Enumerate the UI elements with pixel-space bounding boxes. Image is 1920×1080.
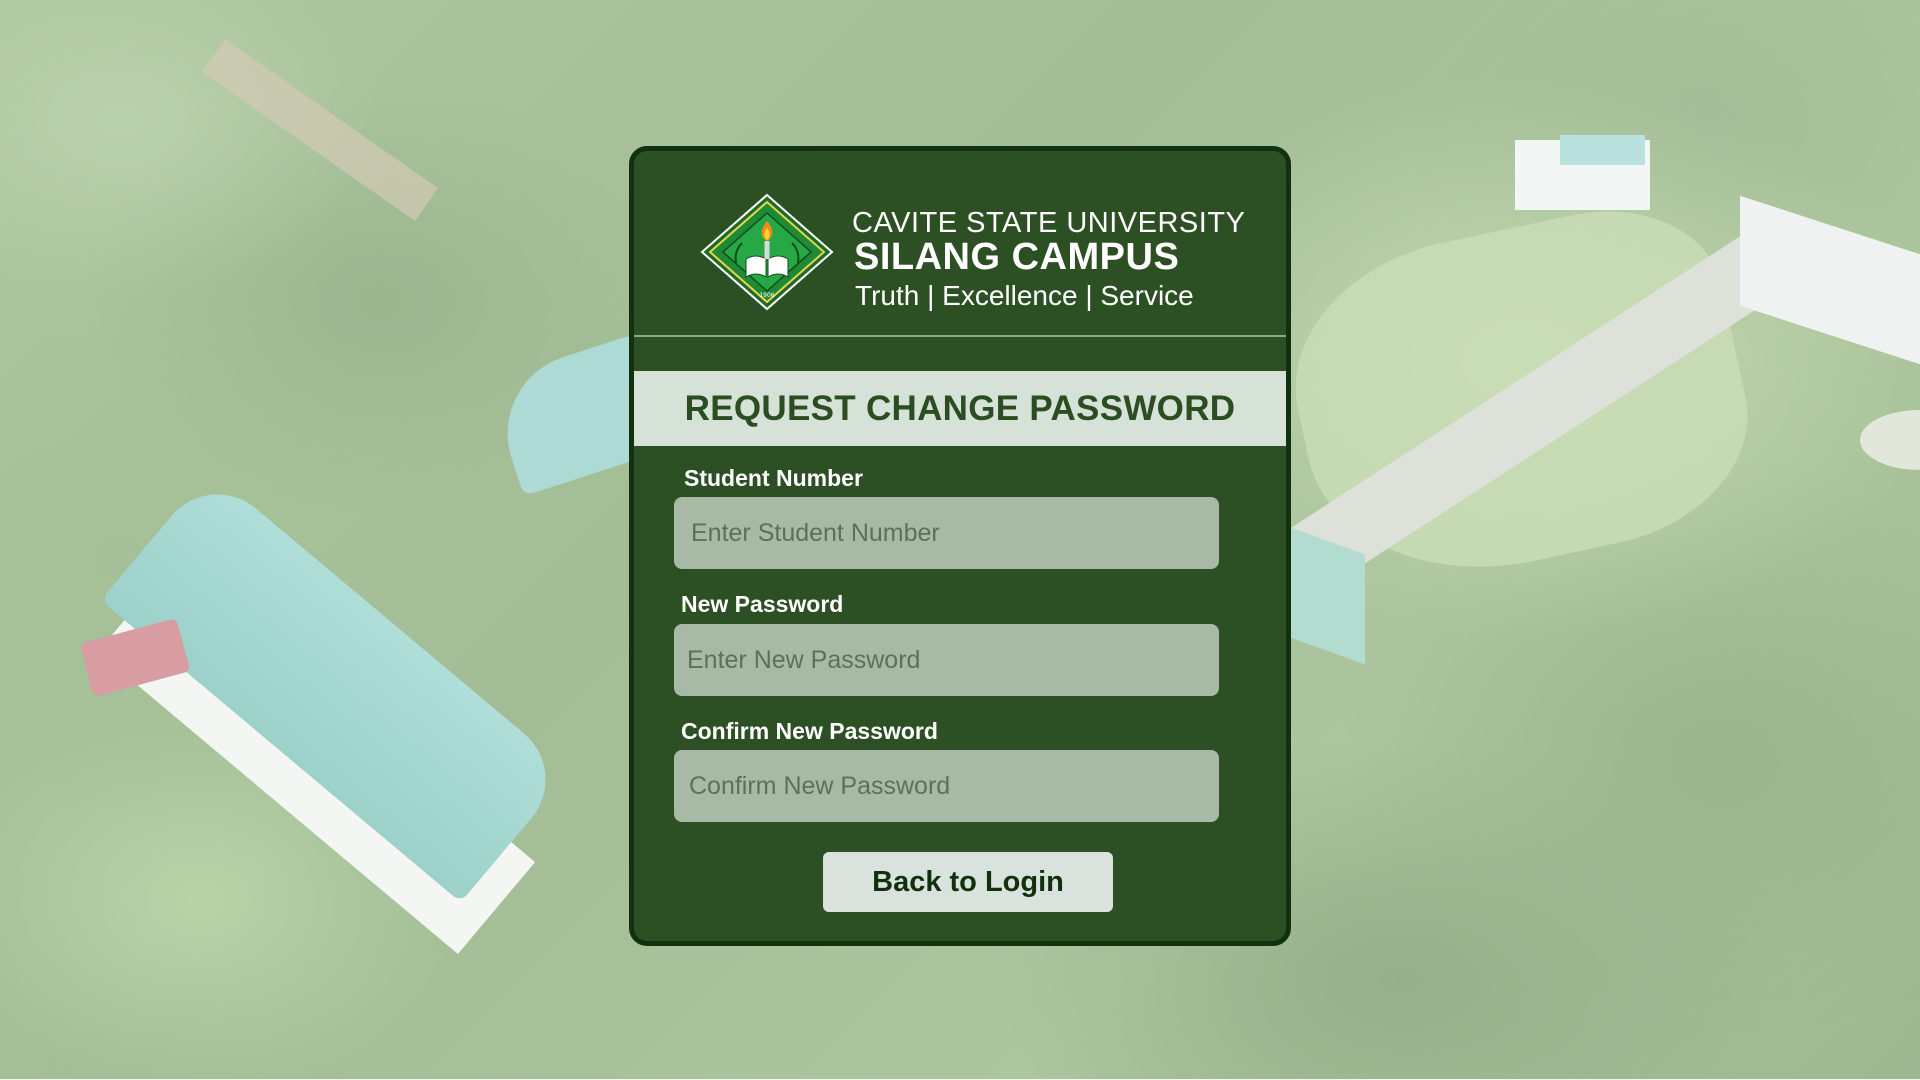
cvsu-seal-icon: 1906 <box>700 193 834 311</box>
page-title: REQUEST CHANGE PASSWORD <box>684 388 1236 428</box>
campus-name: SILANG CAMPUS <box>854 236 1180 278</box>
card-header: 1906 CAVITE STATE UNIVERSITY SILANG CAMP… <box>634 151 1286 335</box>
confirm-password-label: Confirm New Password <box>681 718 938 744</box>
new-password-input[interactable] <box>674 624 1219 696</box>
student-number-label: Student Number <box>684 465 863 491</box>
back-to-login-button[interactable]: Back to Login <box>823 852 1113 912</box>
form-title-bar: REQUEST CHANGE PASSWORD <box>634 371 1286 446</box>
confirm-password-input[interactable] <box>674 750 1219 822</box>
change-password-card: 1906 CAVITE STATE UNIVERSITY SILANG CAMP… <box>629 146 1291 946</box>
header-divider <box>634 335 1286 337</box>
new-password-label: New Password <box>681 591 844 617</box>
university-motto: Truth | Excellence | Service <box>855 280 1194 311</box>
student-number-input[interactable] <box>674 497 1219 569</box>
seal-year: 1906 <box>759 292 774 299</box>
